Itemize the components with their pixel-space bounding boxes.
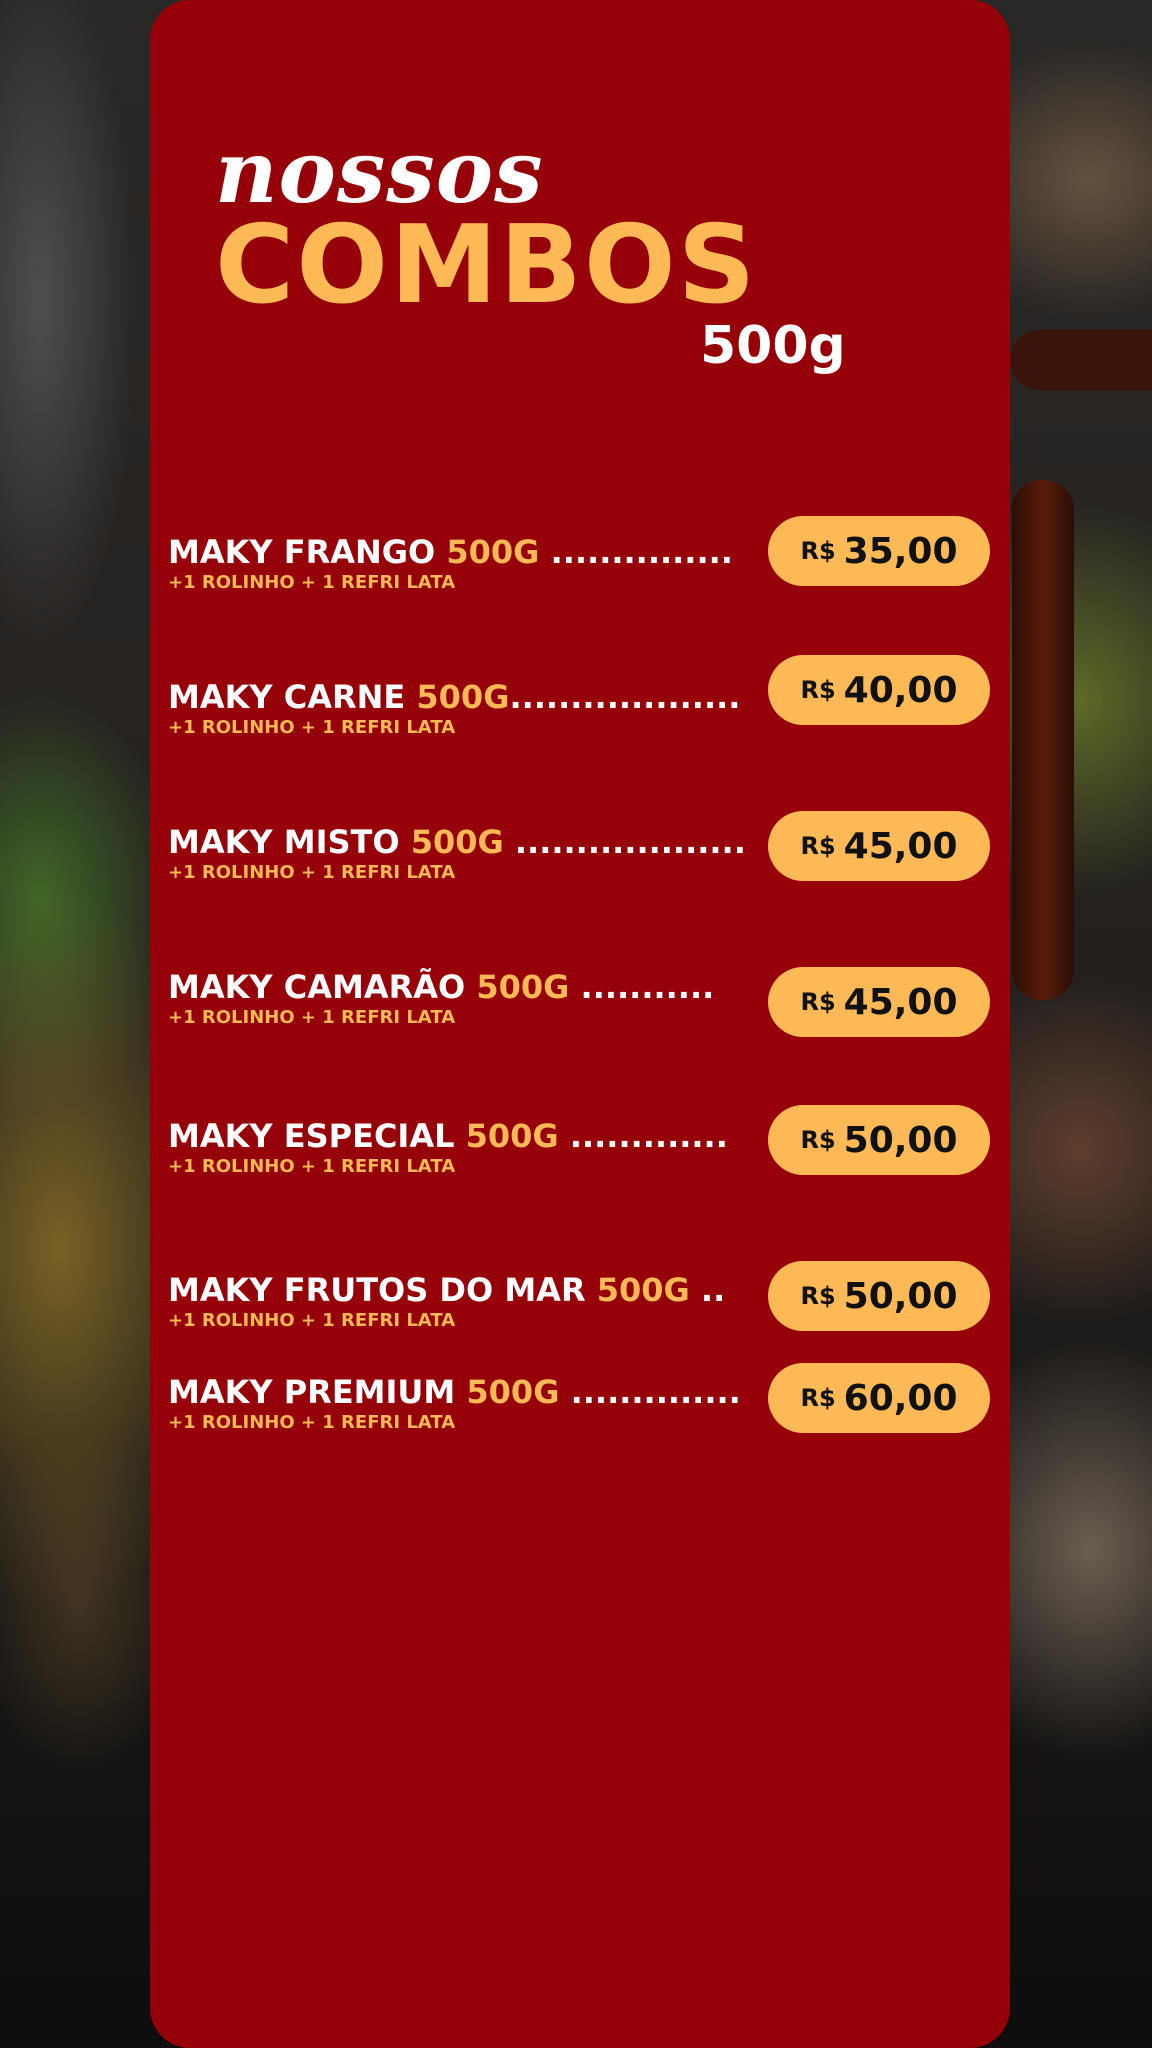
item-title: MAKY CARNE 500G................... [168, 677, 768, 717]
menu-item: MAKY FRANGO 500G ............... +1 ROLI… [168, 532, 768, 594]
item-dots: ................... [503, 823, 746, 861]
price-value: 45,00 [843, 825, 958, 867]
currency-symbol: R$ [800, 676, 836, 704]
menu-item: MAKY CAMARÃO 500G ........... +1 ROLINHO… [168, 967, 768, 1029]
menu-item: MAKY MISTO 500G ................... +1 R… [168, 822, 768, 884]
item-extras: +1 ROLINHO + 1 REFRI LATA [168, 572, 456, 593]
currency-symbol: R$ [800, 1282, 836, 1310]
item-name: MAKY CARNE [168, 678, 406, 716]
item-weight: 500G [596, 1271, 690, 1309]
price-badge: R$ 60,00 [768, 1363, 990, 1433]
item-dots: ................... [509, 678, 741, 716]
item-weight: 500G [465, 1117, 559, 1155]
item-weight: 500G [466, 1373, 560, 1411]
currency-symbol: R$ [800, 832, 836, 860]
menu-item: MAKY ESPECIAL 500G ............. +1 ROLI… [168, 1116, 768, 1178]
price-value: 40,00 [843, 669, 958, 711]
title-weight: 500g [700, 316, 846, 376]
item-title: MAKY PREMIUM 500G .............. [168, 1372, 768, 1412]
item-title: MAKY FRANGO 500G ............... [168, 532, 768, 572]
item-weight: 500G [476, 968, 570, 1006]
item-name: MAKY FRANGO [168, 533, 436, 571]
price-badge: R$ 35,00 [768, 516, 990, 586]
page-title: COMBOS [215, 203, 758, 328]
item-title: MAKY CAMARÃO 500G ........... [168, 967, 768, 1007]
price-badge: R$ 50,00 [768, 1261, 990, 1331]
item-extras: +1 ROLINHO + 1 REFRI LATA [168, 717, 456, 738]
currency-symbol: R$ [800, 1384, 836, 1412]
item-dots: .............. [559, 1373, 741, 1411]
item-name: MAKY FRUTOS DO MAR [168, 1271, 586, 1309]
item-name: MAKY ESPECIAL [168, 1117, 455, 1155]
currency-symbol: R$ [800, 988, 836, 1016]
item-dots: ............... [539, 533, 733, 571]
price-value: 50,00 [843, 1275, 958, 1317]
menu-item: MAKY CARNE 500G................... +1 RO… [168, 677, 768, 739]
item-extras: +1 ROLINHO + 1 REFRI LATA [168, 1156, 456, 1177]
price-badge: R$ 50,00 [768, 1105, 990, 1175]
item-name: MAKY PREMIUM [168, 1373, 456, 1411]
price-value: 35,00 [843, 530, 958, 572]
item-dots: ............. [558, 1117, 728, 1155]
sauce-bowl-image [1010, 330, 1152, 390]
item-name: MAKY CAMARÃO [168, 968, 466, 1006]
item-title: MAKY FRUTOS DO MAR 500G .. [168, 1270, 768, 1310]
currency-symbol: R$ [800, 537, 836, 565]
item-title: MAKY MISTO 500G ................... [168, 822, 768, 862]
item-name: MAKY MISTO [168, 823, 400, 861]
item-dots: .. [689, 1271, 726, 1309]
price-badge: R$ 45,00 [768, 967, 990, 1037]
price-value: 60,00 [843, 1377, 958, 1419]
item-weight: 500G [416, 678, 510, 716]
currency-symbol: R$ [800, 1126, 836, 1154]
price-badge: R$ 45,00 [768, 811, 990, 881]
item-weight: 500G [410, 823, 504, 861]
item-extras: +1 ROLINHO + 1 REFRI LATA [168, 862, 456, 883]
item-dots: ........... [569, 968, 715, 1006]
item-title: MAKY ESPECIAL 500G ............. [168, 1116, 768, 1156]
item-weight: 500G [446, 533, 540, 571]
sauce-drip-image [1012, 480, 1074, 1000]
price-value: 45,00 [843, 981, 958, 1023]
item-extras: +1 ROLINHO + 1 REFRI LATA [168, 1007, 456, 1028]
menu-item: MAKY PREMIUM 500G .............. +1 ROLI… [168, 1372, 768, 1434]
price-badge: R$ 40,00 [768, 655, 990, 725]
item-extras: +1 ROLINHO + 1 REFRI LATA [168, 1412, 456, 1433]
menu-item: MAKY FRUTOS DO MAR 500G .. +1 ROLINHO + … [168, 1270, 768, 1332]
item-extras: +1 ROLINHO + 1 REFRI LATA [168, 1310, 456, 1331]
price-value: 50,00 [843, 1119, 958, 1161]
